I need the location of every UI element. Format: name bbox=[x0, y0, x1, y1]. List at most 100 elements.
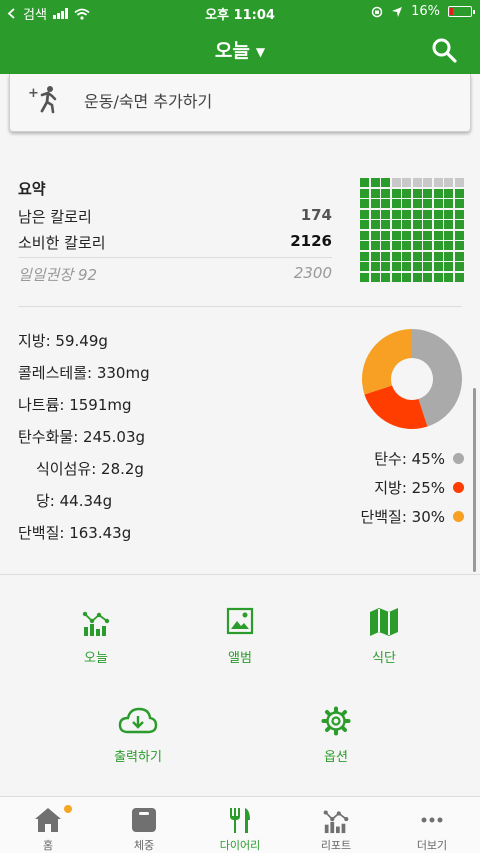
legend-carbs: 탄수: 45% bbox=[374, 448, 464, 469]
calorie-grid-cell bbox=[391, 272, 401, 282]
calorie-grid-cell bbox=[381, 251, 390, 261]
fat-item: 지방: 59.49g bbox=[18, 332, 108, 350]
calorie-grid-cell bbox=[370, 241, 380, 251]
calorie-grid-cell bbox=[423, 230, 432, 240]
tab-more[interactable]: 더보기 bbox=[384, 797, 480, 853]
battery-percent: 16% bbox=[411, 4, 440, 19]
calorie-grid-cell bbox=[444, 220, 453, 230]
tab-diary[interactable]: 다이어리 bbox=[192, 797, 288, 853]
export-shortcut[interactable]: 출력하기 bbox=[78, 706, 198, 765]
donut-slice-protein bbox=[362, 329, 412, 395]
calorie-grid-cell bbox=[454, 230, 464, 240]
calorie-grid-cell bbox=[402, 209, 411, 219]
svg-text:+: + bbox=[28, 86, 39, 101]
status-bar: 검색 오후 11:04 16% bbox=[0, 0, 480, 24]
calorie-grid-cell bbox=[381, 241, 390, 251]
date-selector[interactable]: 오늘 ▼ bbox=[0, 36, 480, 63]
tab-weight[interactable]: 체중 bbox=[96, 797, 192, 853]
calorie-grid-cell bbox=[391, 220, 401, 230]
calorie-grid-cell bbox=[381, 199, 390, 209]
legend-fat: 지방: 25% bbox=[374, 477, 464, 498]
recommended-calories-row: 일일권장 92 2300 bbox=[18, 264, 332, 285]
calorie-grid-cell bbox=[412, 262, 422, 272]
battery-icon bbox=[448, 6, 475, 17]
remaining-calories-row: 남은 칼로리 174 bbox=[18, 206, 332, 227]
calorie-grid-cell bbox=[412, 188, 422, 198]
calorie-grid-cell bbox=[360, 241, 369, 251]
calorie-grid-cell bbox=[402, 241, 411, 251]
calorie-grid-cell bbox=[402, 188, 411, 198]
consumed-calories-label: 소비한 칼로리 bbox=[18, 234, 106, 252]
fork-knife-icon bbox=[230, 808, 250, 833]
calorie-grid-cell bbox=[412, 251, 422, 261]
calorie-grid-cell bbox=[370, 188, 380, 198]
tab-diary-label: 다이어리 bbox=[219, 839, 261, 852]
calorie-grid-cell bbox=[370, 220, 380, 230]
location-icon bbox=[392, 6, 403, 17]
calorie-grid-cell bbox=[402, 262, 411, 272]
more-dots-icon bbox=[421, 817, 443, 823]
calorie-grid-cell bbox=[454, 220, 464, 230]
carbs-item: 탄수화물: 245.03g bbox=[18, 428, 146, 446]
tab-report[interactable]: 리포트 bbox=[288, 797, 384, 853]
orientation-lock-icon bbox=[371, 6, 383, 17]
calorie-grid-cell bbox=[444, 251, 453, 261]
bottom-tab-bar: 홈 체중 다이어리 리포트 더보기 bbox=[0, 796, 480, 853]
calorie-grid-cell bbox=[391, 251, 401, 261]
calorie-grid-cell bbox=[454, 272, 464, 282]
calorie-grid-cell bbox=[454, 199, 464, 209]
album-shortcut[interactable]: 앨범 bbox=[180, 607, 300, 666]
calorie-grid-cell bbox=[433, 199, 443, 209]
calorie-grid-cell bbox=[381, 220, 390, 230]
add-exercise-sleep-card[interactable]: + 운동/숙면 추가하기 bbox=[9, 74, 471, 132]
legend-protein-label: 단백질: 30% bbox=[360, 508, 445, 526]
calorie-grid-cell bbox=[433, 178, 443, 187]
calorie-grid-cell bbox=[433, 230, 443, 240]
calorie-grid-cell bbox=[360, 272, 369, 282]
consumed-calories-row: 소비한 칼로리 2126 bbox=[18, 232, 332, 253]
legend-fat-dot bbox=[453, 482, 464, 493]
summary-title: 요약 bbox=[18, 180, 46, 198]
cloud-download-icon bbox=[118, 707, 158, 734]
calorie-grid-cell bbox=[360, 209, 369, 219]
calorie-grid-cell bbox=[370, 262, 380, 272]
calorie-grid-cell bbox=[444, 241, 453, 251]
scrollbar[interactable] bbox=[473, 388, 476, 572]
consumed-calories-value: 2126 bbox=[290, 232, 332, 250]
calorie-grid-cell bbox=[412, 241, 422, 251]
calorie-grid-cell bbox=[402, 220, 411, 230]
calorie-grid-cell bbox=[433, 241, 443, 251]
calorie-grid-cell bbox=[360, 251, 369, 261]
today-chart-icon bbox=[82, 611, 110, 636]
calorie-grid-cell bbox=[391, 188, 401, 198]
map-icon bbox=[370, 608, 398, 636]
calorie-grid-cell bbox=[402, 199, 411, 209]
options-shortcut[interactable]: 옵션 bbox=[276, 706, 396, 765]
tab-weight-label: 체중 bbox=[133, 839, 155, 852]
notification-badge bbox=[64, 805, 72, 813]
calorie-grid-cell bbox=[360, 220, 369, 230]
summary-divider bbox=[18, 257, 332, 258]
remaining-calories-label: 남은 칼로리 bbox=[18, 208, 92, 226]
calorie-grid-cell bbox=[402, 178, 411, 187]
caret-down-icon: ▼ bbox=[255, 44, 266, 59]
calorie-grid-cell bbox=[360, 178, 369, 187]
calorie-grid-cell bbox=[423, 251, 432, 261]
calorie-grid-cell bbox=[402, 272, 411, 282]
exercise-add-icon: + bbox=[28, 86, 57, 114]
today-shortcut[interactable]: 오늘 bbox=[36, 607, 156, 666]
calorie-grid-cell bbox=[454, 251, 464, 261]
calorie-grid-cell bbox=[370, 230, 380, 240]
tab-home[interactable]: 홈 bbox=[0, 797, 96, 853]
tab-home-label: 홈 bbox=[42, 839, 54, 852]
calorie-grid-cell bbox=[454, 209, 464, 219]
calorie-grid-cell bbox=[423, 209, 432, 219]
legend-protein-dot bbox=[453, 511, 464, 522]
calorie-grid-cell bbox=[412, 272, 422, 282]
meals-shortcut[interactable]: 식단 bbox=[324, 607, 444, 666]
calorie-grid-cell bbox=[370, 178, 380, 187]
search-icon[interactable] bbox=[430, 36, 458, 64]
calorie-grid-cell bbox=[412, 230, 422, 240]
album-shortcut-label: 앨범 bbox=[228, 651, 252, 666]
calorie-grid bbox=[360, 178, 464, 282]
